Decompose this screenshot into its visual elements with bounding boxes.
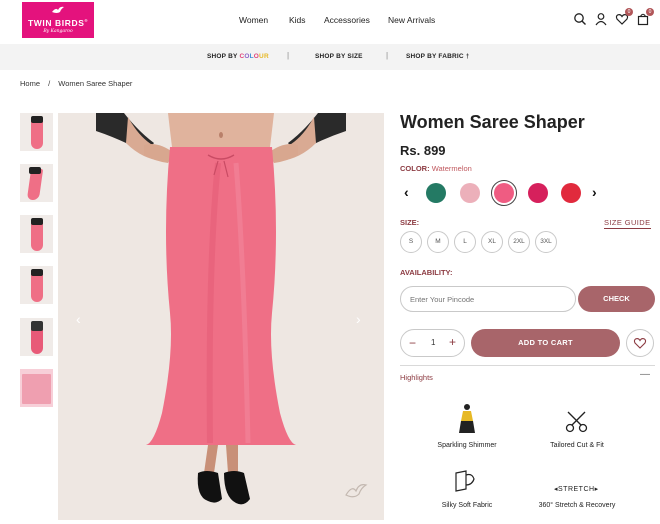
- quantity-value: 1: [431, 338, 436, 347]
- thumbnail-6[interactable]: [20, 369, 53, 407]
- stretch-icon-text: STRETCH: [558, 486, 595, 493]
- stretch-icon-right-arrow: ▸: [594, 486, 599, 493]
- breadcrumb: Home / Women Saree Shaper: [20, 79, 138, 88]
- nav-accessories[interactable]: Accessories: [324, 15, 370, 25]
- brand-name: TWIN BIRDS®: [27, 18, 89, 28]
- color-label: COLOR: Watermelon: [400, 164, 472, 173]
- add-to-cart-button[interactable]: ADD TO CART: [471, 329, 620, 357]
- divider: [400, 365, 655, 366]
- size-option-xl[interactable]: XL: [481, 231, 503, 253]
- shimmer-icon: [457, 403, 477, 440]
- thumbnail-2[interactable]: [20, 164, 53, 202]
- brand-logo[interactable]: TWIN BIRDS® By Kangaroo: [22, 2, 94, 38]
- feature-label: Silky Soft Fabric: [441, 502, 493, 509]
- shop-by-fabric-link[interactable]: SHOP BY FABRIC †: [406, 53, 469, 60]
- breadcrumb-home[interactable]: Home: [20, 79, 40, 88]
- size-option-l[interactable]: L: [454, 231, 476, 253]
- fabric-needle-icon: †: [465, 54, 470, 60]
- size-option-2xl[interactable]: 2XL: [508, 231, 530, 253]
- availability-label: AVAILABILITY:: [400, 268, 453, 277]
- user-icon[interactable]: [594, 12, 608, 26]
- swatch-next-chevron-icon[interactable]: ›: [592, 184, 597, 200]
- thumbnail-5[interactable]: [20, 318, 53, 356]
- thumbnail-3[interactable]: [20, 215, 53, 253]
- highlights-toggle[interactable]: Highlights: [400, 373, 433, 382]
- swatch-magenta[interactable]: [528, 183, 548, 203]
- saree-shaper-illustration: [96, 113, 346, 505]
- watermark-bird-icon: [344, 481, 368, 506]
- feature-label: Sparkling Shimmer: [437, 442, 497, 449]
- subnav-separator: |: [287, 51, 290, 60]
- bird-logo-icon: [51, 5, 65, 18]
- nav-kids[interactable]: Kids: [289, 15, 306, 25]
- scissors-icon: [564, 409, 590, 440]
- brand-tagline: By Kangaroo: [43, 29, 73, 34]
- swatch-prev-chevron-icon[interactable]: ‹: [404, 184, 409, 200]
- next-image-arrow-icon[interactable]: ›: [356, 311, 361, 327]
- nav-women[interactable]: Women: [239, 15, 268, 25]
- pincode-input[interactable]: [400, 286, 576, 312]
- add-to-wishlist-heart-icon[interactable]: [626, 329, 654, 357]
- breadcrumb-separator: /: [48, 79, 51, 88]
- subnav-separator: |: [386, 51, 389, 60]
- color-value: Watermelon: [431, 164, 472, 173]
- quantity-decrease-icon[interactable]: −: [409, 336, 416, 350]
- product-price: Rs. 899: [400, 143, 446, 158]
- swatch-red[interactable]: [561, 183, 581, 203]
- category-subnav: SHOP BY COLOUR | SHOP BY SIZE | SHOP BY …: [0, 44, 660, 70]
- feature-label: Tailored Cut & Fit: [550, 442, 604, 449]
- size-guide-link[interactable]: SIZE GUIDE: [604, 218, 651, 229]
- thumbnail-4[interactable]: [20, 266, 53, 304]
- main-product-image: ‹ ›: [58, 113, 384, 520]
- cart-bag-icon[interactable]: 0: [636, 8, 654, 26]
- size-label: SIZE:: [400, 218, 420, 227]
- swatch-light-pink[interactable]: [460, 183, 480, 203]
- fabric-icon: [452, 467, 478, 500]
- stretch-icon: ◂STRETCH▸: [554, 485, 599, 493]
- feature-label: 360° Stretch & Recovery: [538, 502, 616, 509]
- swatch-teal[interactable]: [426, 183, 446, 203]
- check-pincode-button[interactable]: CHECK: [578, 286, 655, 312]
- nav-new-arrivals[interactable]: New Arrivals: [388, 15, 435, 25]
- product-title: Women Saree Shaper: [400, 112, 585, 132]
- wishlist-heart-icon[interactable]: 0: [615, 8, 633, 26]
- size-option-s[interactable]: S: [400, 231, 422, 253]
- site-header: TWIN BIRDS® By Kangaroo Women Kids Acces…: [0, 0, 660, 44]
- collapse-icon[interactable]: —: [640, 369, 650, 380]
- size-option-m[interactable]: M: [427, 231, 449, 253]
- shop-by-size-link[interactable]: SHOP BY SIZE: [315, 53, 363, 60]
- wishlist-count-badge: 0: [625, 8, 633, 16]
- search-icon[interactable]: [573, 12, 587, 26]
- quantity-increase-icon[interactable]: +: [449, 335, 456, 349]
- prev-image-arrow-icon[interactable]: ‹: [76, 311, 81, 327]
- cart-count-badge: 0: [646, 8, 654, 16]
- quantity-stepper: − 1 +: [400, 329, 465, 357]
- swatch-watermelon[interactable]: [491, 180, 517, 206]
- breadcrumb-current: Women Saree Shaper: [58, 79, 133, 88]
- shop-by-colour-link[interactable]: SHOP BY COLOUR: [207, 53, 269, 60]
- size-option-3xl[interactable]: 3XL: [535, 231, 557, 253]
- thumbnail-1[interactable]: [20, 113, 53, 151]
